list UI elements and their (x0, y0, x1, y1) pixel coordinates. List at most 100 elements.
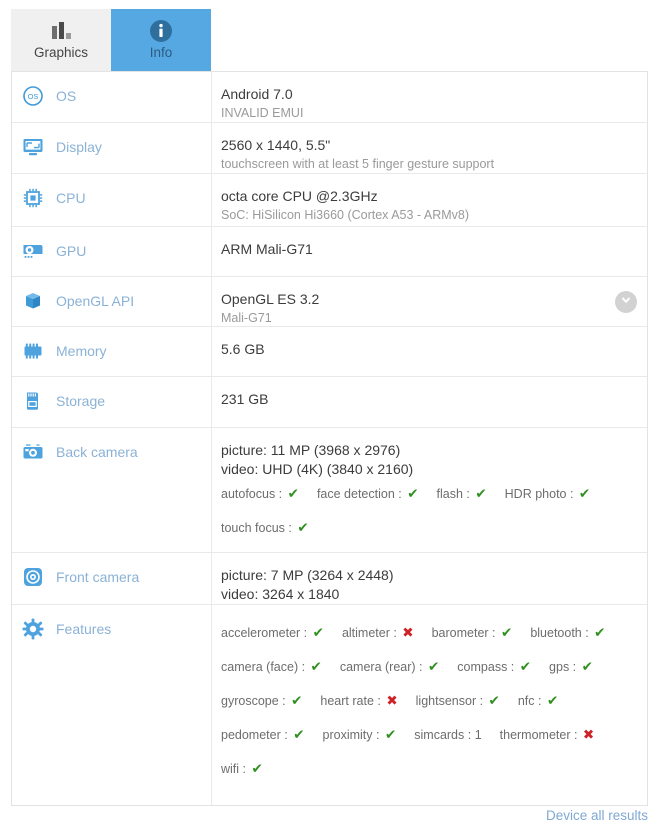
feature-flag: camera (face) : ✔ (221, 658, 322, 676)
feature-flag-value: 1 (475, 728, 482, 742)
feature-flag-label: face detection : (317, 487, 405, 501)
front-camera-picture: picture: 7 MP (3264 x 2448) (221, 566, 633, 585)
opengl-expand-button[interactable] (615, 291, 637, 313)
gpu-card-icon (20, 240, 46, 262)
features-flags-row-4: pedometer : ✔ proximity : ✔ simcards : 1 th… (221, 726, 633, 751)
row-label-text-os: OS (56, 86, 76, 106)
feature-flag: bluetooth : ✔ (530, 624, 605, 642)
check-icon: ✔ (297, 520, 308, 535)
row-value-cpu: octa core CPU @2.3GHz SoC: HiSilicon Hi3… (212, 174, 647, 226)
feature-flag: proximity : ✔ (323, 726, 397, 744)
check-icon: ✔ (428, 659, 439, 674)
check-icon: ✔ (251, 761, 262, 776)
check-icon: ✔ (582, 659, 593, 674)
feature-flag-label: pedometer : (221, 728, 291, 742)
svg-text:OS: OS (28, 92, 39, 101)
row-label-cpu: CPU (12, 174, 212, 226)
feature-flag: compass : ✔ (457, 658, 531, 676)
gear-icon (20, 618, 46, 640)
check-icon: ✔ (520, 659, 531, 674)
row-label-text-front-camera: Front camera (56, 567, 139, 587)
cpu-soc: SoC: HiSilicon Hi3660 (Cortex A53 - ARMv… (221, 206, 633, 224)
feature-flag: simcards : 1 (414, 726, 481, 744)
row-label-text-opengl: OpenGL API (56, 291, 134, 311)
check-icon: ✔ (489, 693, 500, 708)
features-flags-row-2: camera (face) : ✔camera (rear) : ✔compas… (221, 658, 633, 683)
tab-graphics-label: Graphics (34, 45, 88, 61)
row-label-os: OS OS (12, 72, 212, 122)
row-value-opengl: OpenGL ES 3.2 Mali-G71 (212, 277, 647, 326)
table-row-back-camera: Back camera picture: 11 MP (3968 x 2976)… (12, 428, 647, 553)
cross-icon: ✖ (402, 625, 413, 640)
sd-card-icon (20, 390, 46, 412)
feature-flag: accelerometer : ✔ (221, 624, 324, 642)
feature-flag: heart rate : ✖ (320, 692, 397, 710)
table-row-memory: Memory 5.6 GB (12, 327, 647, 377)
row-label-memory: Memory (12, 327, 212, 376)
feature-flag: barometer : ✔ (432, 624, 513, 642)
tab-graphics[interactable]: Graphics (11, 9, 111, 71)
tab-info-label: Info (150, 45, 173, 61)
feature-flag-label: lightsensor : (416, 694, 487, 708)
row-label-text-features: Features (56, 619, 111, 639)
cpu-cores-clock: octa core CPU @2.3GHz (221, 187, 633, 206)
table-row-front-camera: Front camera picture: 7 MP (3264 x 2448)… (12, 553, 647, 605)
feature-flag: autofocus : ✔ (221, 485, 299, 503)
row-value-gpu: ARM Mali-G71 (212, 227, 647, 276)
cross-icon: ✖ (386, 693, 397, 708)
device-all-results-link[interactable]: Device all results (546, 808, 648, 823)
features-flags-row-3: gyroscope : ✔ heart rate : ✖ lightsensor :… (221, 692, 633, 717)
feature-flag-label: thermometer : (500, 728, 581, 742)
feature-flag: face detection : ✔ (317, 485, 419, 503)
storage-size: 231 GB (221, 390, 633, 409)
feature-flag: flash : ✔ (437, 485, 487, 503)
table-row-gpu: GPU ARM Mali-G71 (12, 227, 647, 277)
row-label-storage: Storage (12, 377, 212, 427)
feature-flag-label: camera (rear) : (340, 660, 426, 674)
feature-flag: nfc : ✔ (518, 692, 558, 710)
back-camera-video: video: UHD (4K) (3840 x 2160) (221, 460, 633, 479)
table-row-os: OS OS Android 7.0 INVALID EMUI (12, 72, 647, 123)
info-circle-icon (149, 19, 173, 43)
back-camera-flags-row-2: touch focus : ✔ (221, 519, 633, 544)
check-icon: ✔ (291, 693, 302, 708)
row-label-back-camera: Back camera (12, 428, 212, 552)
cross-icon: ✖ (583, 727, 594, 742)
feature-flag-label: autofocus : (221, 487, 286, 501)
row-label-features: Features (12, 605, 212, 805)
tab-bar: Graphics Info (11, 9, 211, 71)
display-touch-info: touchscreen with at least 5 finger gestu… (221, 155, 633, 173)
cpu-chip-icon (20, 187, 46, 209)
table-row-features: Features accelerometer : ✔ altimeter : ✖ b… (12, 605, 647, 805)
monitor-icon (20, 136, 46, 158)
feature-flag: altimeter : ✖ (342, 624, 414, 642)
feature-flag: pedometer : ✔ (221, 726, 305, 744)
check-icon: ✔ (501, 625, 512, 640)
row-label-front-camera: Front camera (12, 553, 212, 604)
feature-flag-label: gps : (549, 660, 580, 674)
feature-flag: camera (rear) : ✔ (340, 658, 439, 676)
feature-flag: gps : ✔ (549, 658, 593, 676)
feature-flag: wifi : ✔ (221, 760, 263, 778)
tab-info[interactable]: Info (111, 9, 211, 71)
row-label-opengl: OpenGL API (12, 277, 212, 326)
feature-flag-label: proximity : (323, 728, 383, 742)
check-icon: ✔ (293, 727, 304, 742)
feature-flag: gyroscope : ✔ (221, 692, 302, 710)
opengl-version: OpenGL ES 3.2 (221, 290, 633, 309)
row-value-os: Android 7.0 INVALID EMUI (212, 72, 647, 122)
os-skin: INVALID EMUI (221, 104, 633, 122)
back-camera-flags-row-1: autofocus : ✔ face detection : ✔ flash : ✔… (221, 485, 633, 510)
table-row-cpu: CPU octa core CPU @2.3GHz SoC: HiSilicon… (12, 174, 647, 227)
feature-flag-label: compass : (457, 660, 517, 674)
check-icon: ✔ (594, 625, 605, 640)
table-row-storage: Storage 231 GB (12, 377, 647, 428)
check-icon: ✔ (288, 486, 299, 501)
row-label-text-memory: Memory (56, 341, 107, 361)
feature-flag-label: simcards : (414, 728, 474, 742)
feature-flag-label: flash : (437, 487, 474, 501)
memory-chip-icon (20, 340, 46, 362)
os-version: Android 7.0 (221, 85, 633, 104)
os-badge-icon: OS (20, 85, 46, 107)
feature-flag-label: camera (face) : (221, 660, 309, 674)
